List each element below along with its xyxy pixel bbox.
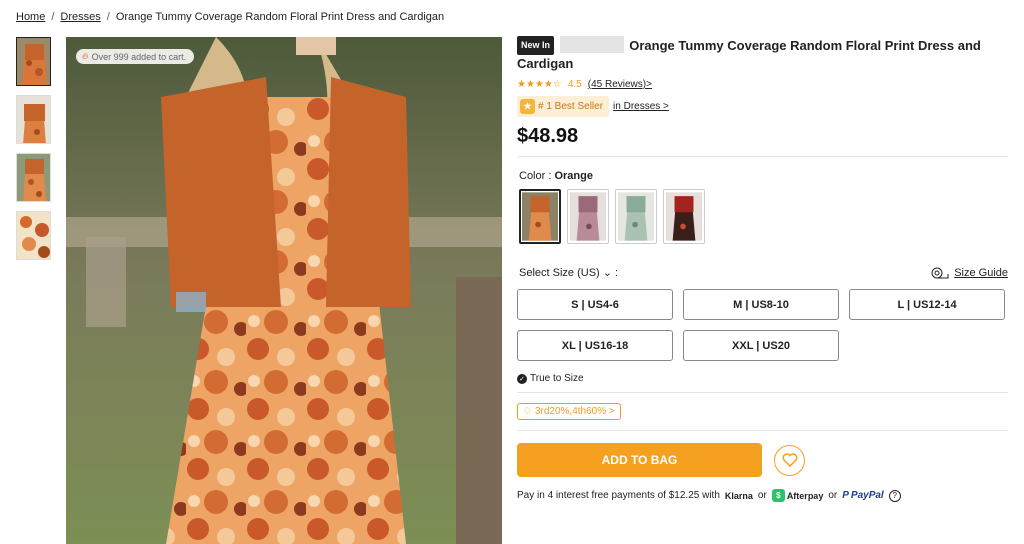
check-circle-icon: ✓ <box>517 373 527 384</box>
product-photo <box>66 37 502 544</box>
size-option-l[interactable]: L | US12-14 <box>849 289 1005 320</box>
color-swatches <box>519 189 1008 244</box>
product-info: New In Orange Tummy Coverage Random Flor… <box>517 36 1008 502</box>
or-text: or <box>757 490 767 501</box>
product-price: $48.98 <box>517 125 579 147</box>
rating-row: ★★★★☆ 4.5 (45 Reviews)> <box>517 79 1008 90</box>
afterpay-icon: $ <box>771 489 785 502</box>
main-product-image[interactable]: 🔥︎ Over 999 added to cart. <box>66 37 502 544</box>
award-icon: ★ <box>520 99 535 114</box>
afterpay-text: Afterpay <box>786 490 824 501</box>
size-guide-text: Size Guide <box>954 266 1008 279</box>
klarna-logo[interactable]: Klarna <box>725 491 753 501</box>
fit-text: True to Size <box>530 373 584 384</box>
size-option-xl[interactable]: XL | US16-18 <box>517 330 673 361</box>
tag-icon: ♢ <box>523 406 532 417</box>
thumbnail-list <box>16 37 51 260</box>
best-seller-badge: ★ # 1 Best Seller <box>517 96 610 117</box>
fit-indicator: ✓ True to Size <box>517 373 1008 384</box>
wishlist-button[interactable] <box>774 444 805 476</box>
rating-score: 4.5 <box>567 79 582 90</box>
size-option-s[interactable]: S | US4-6 <box>517 289 673 320</box>
add-to-bag-button[interactable]: ADD TO BAG <box>517 443 762 477</box>
star-rating-icon: ★★★★☆ <box>517 79 562 90</box>
product-title: New In Orange Tummy Coverage Random Flor… <box>517 36 1008 72</box>
help-icon[interactable]: ? <box>888 489 901 502</box>
divider <box>517 156 1008 157</box>
payment-options: Pay in 4 interest free payments of $12.2… <box>517 489 1008 502</box>
breadcrumb: Home / Dresses / Orange Tummy Coverage R… <box>16 11 444 23</box>
new-in-badge: New In <box>517 36 555 55</box>
paypal-icon: P <box>842 490 849 501</box>
size-guide-link[interactable]: Size Guide <box>931 267 1008 279</box>
swatch-orange[interactable] <box>519 189 561 244</box>
breadcrumb-separator: / <box>106 11 110 23</box>
paypal-text: PayPal <box>850 490 884 501</box>
cart-count-text: Over 999 added to cart. <box>91 51 187 62</box>
size-header: Select Size (US) ⌄ : Size Guide <box>517 266 1008 280</box>
cart-actions: ADD TO BAG <box>517 443 1008 477</box>
swatch-sage[interactable] <box>615 189 657 244</box>
or-text: or <box>828 490 838 501</box>
divider <box>517 392 1008 393</box>
installment-text: Pay in 4 interest free payments of $12.2… <box>517 490 720 501</box>
color-label: Color : Orange <box>519 170 1008 182</box>
thumbnail-2[interactable] <box>16 95 51 144</box>
size-options: S | US4-6 M | US8-10 L | US12-14 XL | US… <box>517 289 1008 361</box>
divider <box>517 430 1008 431</box>
size-option-m[interactable]: M | US8-10 <box>683 289 839 320</box>
thumbnail-1[interactable] <box>16 37 51 86</box>
size-label-suffix: : <box>615 267 619 279</box>
breadcrumb-dresses-link[interactable]: Dresses <box>60 11 100 23</box>
size-unit-dropdown[interactable]: Select Size (US) ⌄ : <box>519 266 618 279</box>
tape-measure-icon <box>931 267 949 278</box>
thumbnail-4[interactable] <box>16 211 51 260</box>
swatch-dark-red[interactable] <box>663 189 705 244</box>
brand-placeholder <box>559 36 624 53</box>
swatch-mauve[interactable] <box>567 189 609 244</box>
size-option-xxl[interactable]: XXL | US20 <box>683 330 839 361</box>
promo-tag[interactable]: ♢ 3rd20%,4th60% > <box>517 403 621 420</box>
flame-icon: 🔥︎ <box>82 51 89 61</box>
paypal-logo[interactable]: P PayPal <box>842 490 883 501</box>
heart-icon <box>782 453 797 467</box>
afterpay-logo[interactable]: $ Afterpay <box>771 489 824 502</box>
breadcrumb-current: Orange Tummy Coverage Random Floral Prin… <box>115 11 445 23</box>
best-seller-category-link[interactable]: in Dresses > <box>613 101 669 112</box>
best-seller-text: # 1 Best Seller <box>538 101 604 112</box>
size-label: Select Size (US) <box>519 267 600 279</box>
selected-color: Orange <box>554 170 593 182</box>
thumbnail-3[interactable] <box>16 153 51 202</box>
breadcrumb-separator: / <box>51 11 55 23</box>
color-label-prefix: Color : <box>519 170 555 182</box>
reviews-link[interactable]: (45 Reviews)> <box>588 79 652 90</box>
promo-text: 3rd20%,4th60% > <box>534 406 615 417</box>
chevron-down-icon: ⌄ <box>602 267 612 279</box>
cart-count-badge: 🔥︎ Over 999 added to cart. <box>76 49 195 64</box>
best-seller-row: ★ # 1 Best Seller in Dresses > <box>517 96 1008 117</box>
breadcrumb-home-link[interactable]: Home <box>16 11 45 23</box>
